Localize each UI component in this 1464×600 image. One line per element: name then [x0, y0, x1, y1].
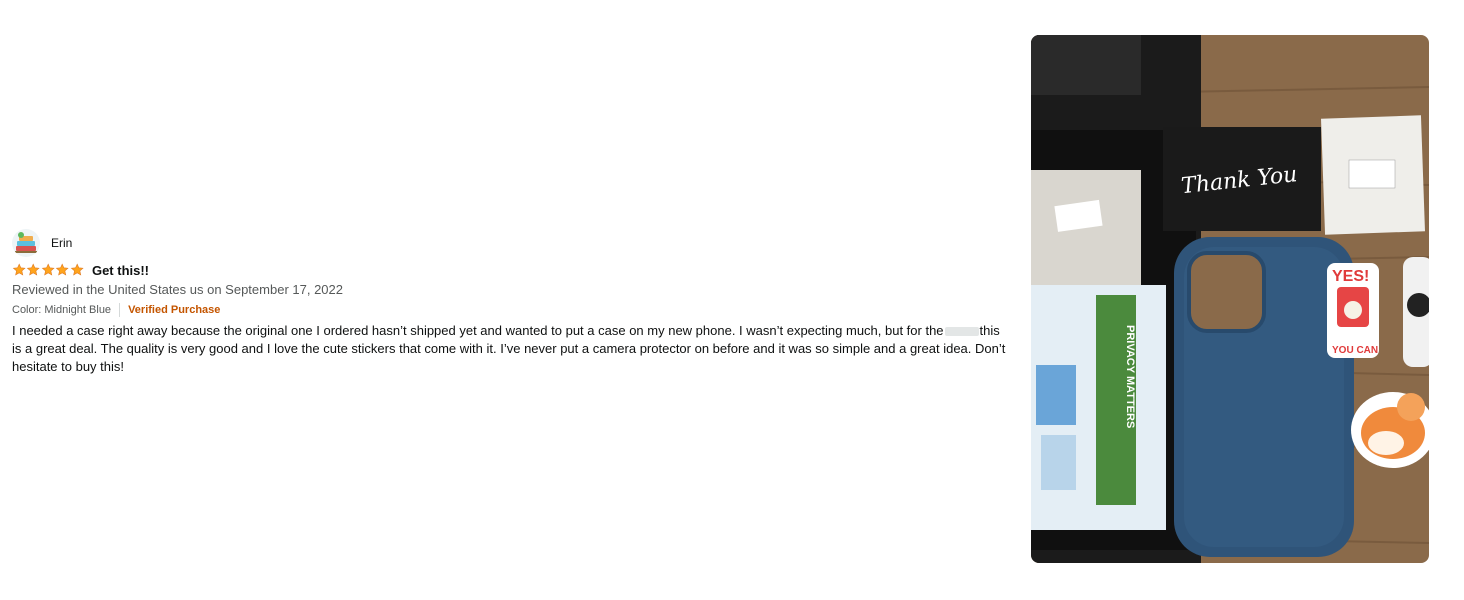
star-icon: [12, 263, 26, 276]
sticker-you-can-text: YOU CAN: [1332, 345, 1378, 356]
star-icon: [70, 263, 84, 276]
star-icon: [41, 263, 55, 276]
review-meta: Color: Midnight Blue Verified Purchase: [12, 301, 1012, 319]
star-icon: [27, 263, 40, 276]
review-body-part-1: I needed a case right away because the o…: [12, 323, 944, 338]
verified-purchase-badge: Verified Purchase: [128, 304, 221, 316]
review-title-row: Get this!!: [12, 261, 1012, 279]
reviewer-name: Erin: [51, 236, 73, 250]
review-title[interactable]: Get this!!: [92, 263, 149, 278]
review-body: I needed a case right away because the o…: [12, 322, 1012, 376]
review: Erin Get this!! Reviewed in the United S…: [12, 229, 1012, 376]
star-rating[interactable]: [12, 263, 84, 277]
privacy-matters-text: PRIVACY MATTERS: [1124, 325, 1136, 428]
divider: [119, 303, 121, 317]
review-date: Reviewed in the United States us on Sept…: [12, 282, 343, 297]
reviewer-profile[interactable]: Erin: [12, 229, 1012, 257]
redacted-price: [944, 327, 979, 337]
avatar: [12, 229, 40, 257]
review-photo[interactable]: PRIVACY MATTERS Thank You YES! YOU CAN: [1031, 35, 1429, 563]
star-icon: [55, 263, 69, 276]
variant-link[interactable]: Color: Midnight Blue: [12, 304, 111, 316]
sticker-yes-text: YES!: [1332, 268, 1369, 285]
